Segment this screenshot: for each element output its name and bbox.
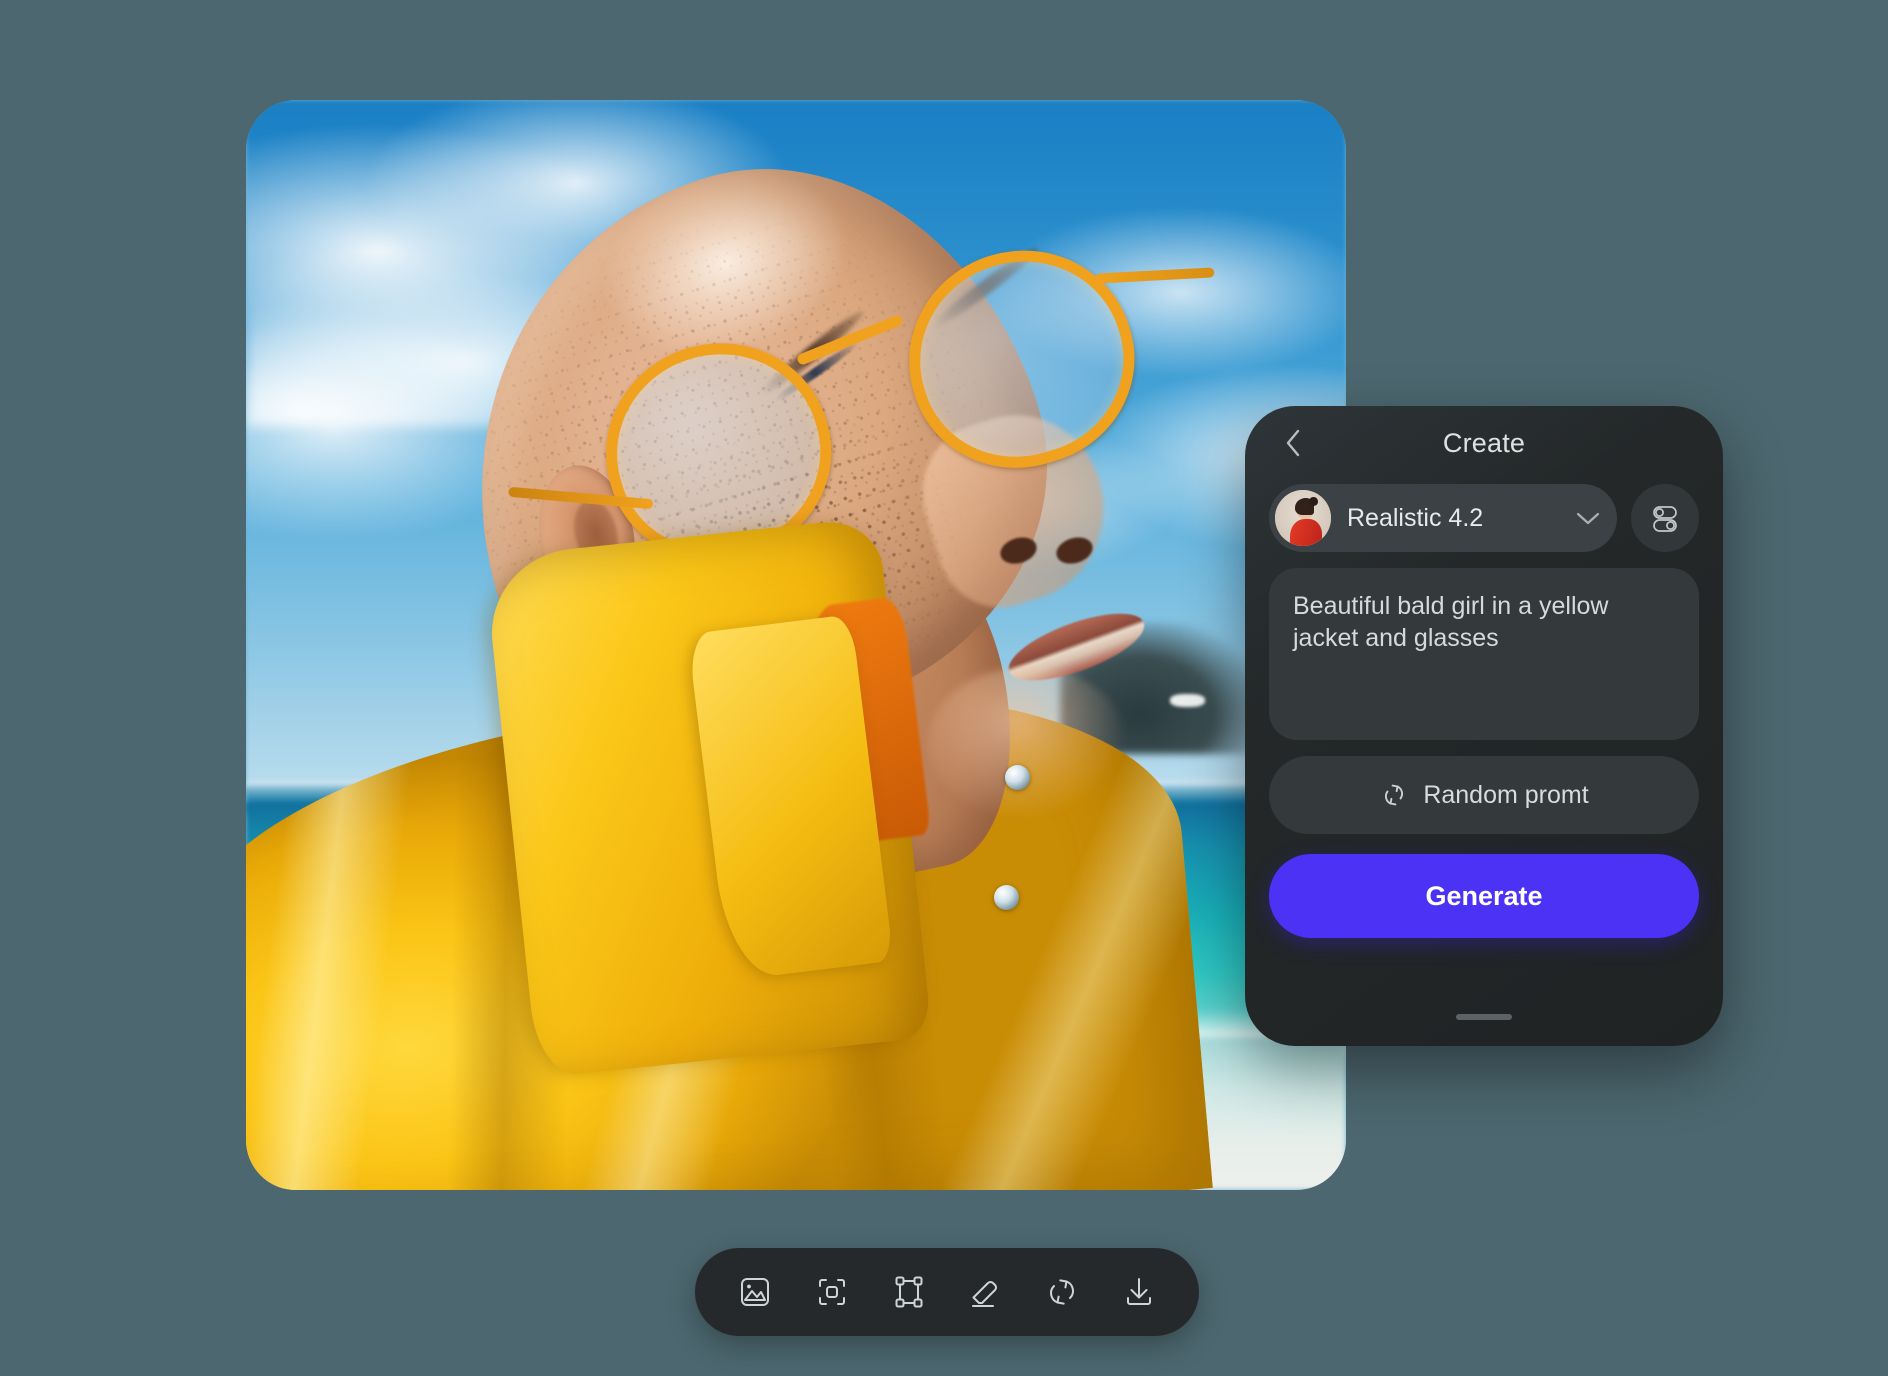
page-title: Create [1442, 427, 1526, 458]
generated-image-card[interactable] [246, 100, 1346, 1190]
chevron-left-icon [1283, 427, 1303, 459]
jacket-snap-bottom [994, 884, 1020, 910]
regenerate-tool-button[interactable] [1036, 1266, 1088, 1318]
sliders-toggle-icon [1648, 501, 1682, 535]
download-icon [1120, 1273, 1158, 1311]
panel-header: Create [1269, 406, 1699, 480]
download-tool-button[interactable] [1113, 1266, 1165, 1318]
jacket-snap-top [1005, 764, 1031, 790]
model-avatar [1275, 490, 1331, 546]
background-boat [1170, 694, 1206, 708]
refresh-icon [1379, 780, 1409, 810]
transform-tool-button[interactable] [883, 1266, 935, 1318]
image-icon [736, 1273, 774, 1311]
model-name: Realistic 4.2 [1347, 503, 1484, 532]
eraser-tool-button[interactable] [959, 1266, 1011, 1318]
bottom-toolbar [695, 1248, 1199, 1336]
chin [928, 666, 1126, 820]
glasses-lens-right [882, 223, 1160, 495]
random-prompt-button[interactable]: Random promt [1269, 756, 1699, 834]
eraser-icon [966, 1273, 1004, 1311]
generated-image [246, 100, 1346, 1190]
prompt-text: Beautiful bald girl in a yellow jacket a… [1293, 592, 1609, 652]
focus-icon [813, 1273, 851, 1311]
home-indicator[interactable] [1456, 1014, 1512, 1020]
transform-icon [890, 1273, 928, 1311]
generate-label: Generate [1425, 880, 1543, 911]
create-panel: Create Realistic 4.2 Beautiful bald girl… [1245, 406, 1723, 1046]
image-tool-button[interactable] [729, 1266, 781, 1318]
back-button[interactable] [1275, 425, 1311, 461]
settings-button[interactable] [1631, 484, 1699, 552]
refresh-icon [1043, 1273, 1081, 1311]
chevron-down-icon [1575, 510, 1601, 526]
generate-button[interactable]: Generate [1269, 854, 1699, 938]
model-row: Realistic 4.2 [1269, 484, 1699, 552]
focus-tool-button[interactable] [806, 1266, 858, 1318]
model-selector[interactable]: Realistic 4.2 [1269, 484, 1617, 552]
random-prompt-label: Random promt [1423, 780, 1589, 809]
prompt-input[interactable]: Beautiful bald girl in a yellow jacket a… [1269, 568, 1699, 740]
